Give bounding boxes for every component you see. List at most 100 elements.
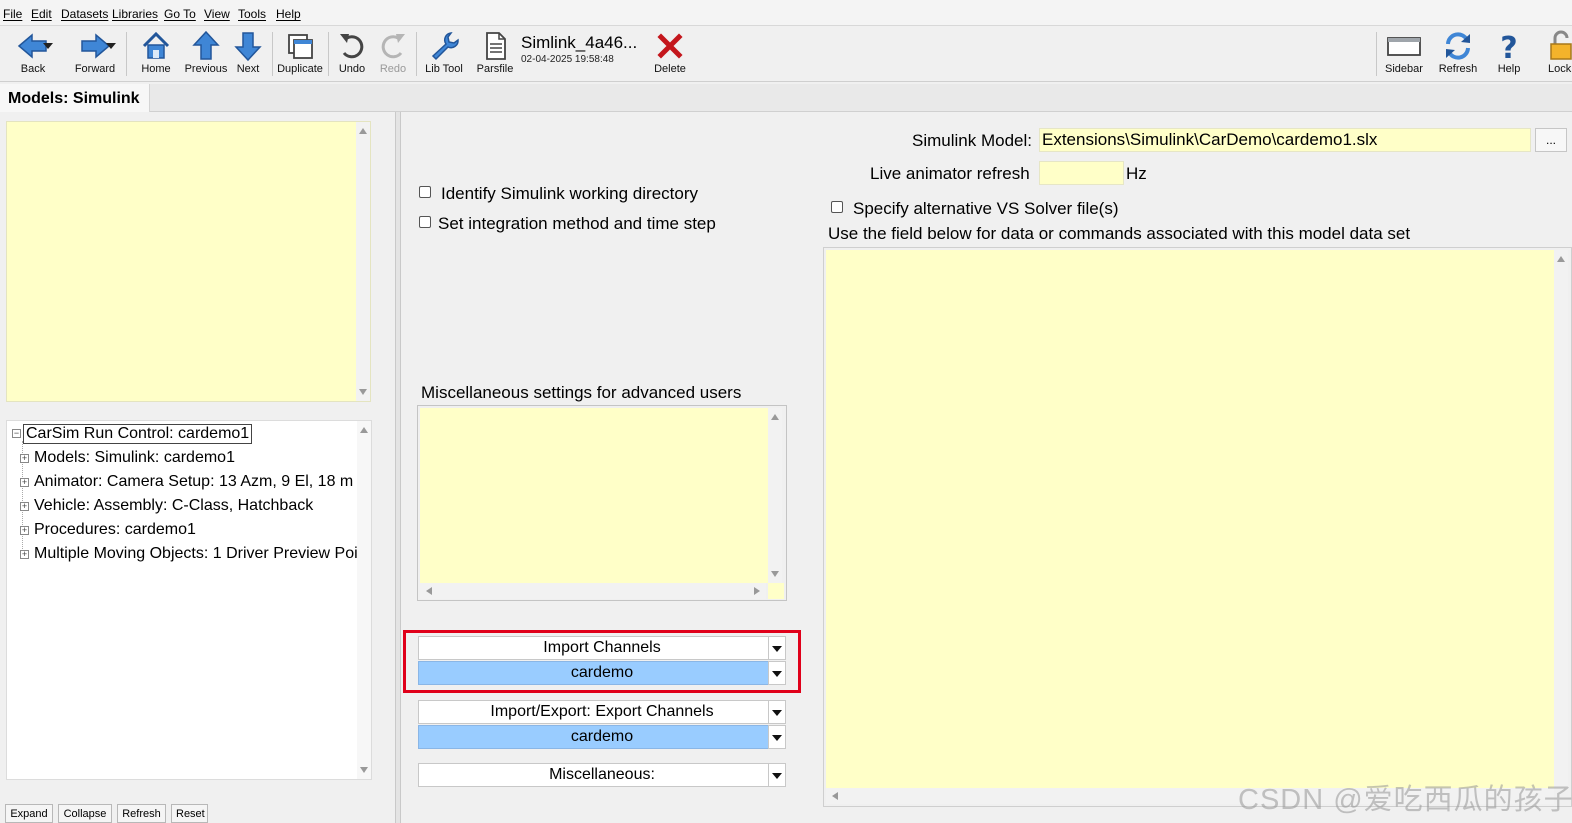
chevron-down-icon[interactable] — [768, 636, 786, 660]
misc-settings-label: Miscellaneous settings for advanced user… — [421, 383, 742, 402]
chevron-down-icon[interactable] — [768, 700, 786, 724]
scroll-up-icon[interactable] — [771, 414, 779, 420]
sidebar-button[interactable]: Sidebar — [1380, 29, 1428, 79]
menu-view[interactable]: View — [204, 7, 230, 21]
menu-libraries[interactable]: Libraries — [112, 7, 158, 21]
scroll-down-icon[interactable] — [771, 571, 779, 577]
chevron-down-icon[interactable] — [768, 725, 786, 749]
integration-checkbox[interactable] — [419, 216, 431, 228]
menu-tools[interactable]: Tools — [238, 7, 266, 21]
expand-icon[interactable]: + — [20, 478, 29, 487]
toolbar: Back Forward Home Previous Next Duplicat… — [0, 26, 1572, 82]
misc-hscroll[interactable] — [420, 583, 766, 599]
tree-item-animator[interactable]: + Animator: Camera Setup: 13 Azm, 9 El, … — [7, 473, 367, 495]
integration-checkbox-row[interactable]: Set integration method and time step — [419, 214, 716, 234]
wrench-icon — [431, 32, 459, 61]
delete-button[interactable]: Delete — [646, 29, 694, 79]
panel-splitter[interactable] — [395, 112, 401, 823]
lock-button[interactable]: Lock — [1540, 29, 1572, 79]
redo-button[interactable]: Redo — [369, 29, 417, 79]
expand-icon[interactable]: + — [20, 502, 29, 511]
expand-icon[interactable]: + — [20, 550, 29, 559]
dataset-name: Simlink_4a46... — [521, 33, 638, 52]
scroll-up-icon[interactable] — [1557, 256, 1565, 262]
alt-solver-checkbox-row[interactable]: Specify alternative VS Solver file(s) — [831, 199, 1119, 219]
tree-item-label[interactable]: Multiple Moving Objects: 1 Driver Previe… — [34, 545, 367, 563]
tree-root[interactable]: − CarSim Run Control: cardemo1 — [7, 424, 367, 446]
scroll-left-icon[interactable] — [426, 587, 432, 595]
next-label: Next — [236, 63, 260, 75]
scroll-down-icon[interactable] — [359, 389, 367, 395]
menu-go-to[interactable]: Go To — [164, 7, 196, 21]
tree-item-vehicle[interactable]: + Vehicle: Assembly: C-Class, Hatchback — [7, 497, 367, 519]
forward-dropdown-icon[interactable] — [106, 43, 116, 49]
miscellaneous-combo[interactable]: Miscellaneous: — [418, 763, 786, 787]
menu-help[interactable]: Help — [276, 7, 301, 21]
sidebar-icon — [1387, 37, 1421, 56]
simulink-model-path-field[interactable]: Extensions\Simulink\CarDemo\cardemo1.slx — [1039, 128, 1531, 152]
collapse-icon[interactable]: − — [12, 429, 21, 438]
collapse-button[interactable]: Collapse — [58, 804, 112, 823]
scroll-up-icon[interactable] — [360, 427, 368, 433]
expand-button[interactable]: Expand — [5, 804, 53, 823]
misc-vscroll[interactable] — [768, 408, 782, 583]
scroll-right-icon[interactable] — [754, 587, 760, 595]
export-dataset-combo[interactable]: cardemo — [418, 725, 786, 749]
export-channels-label: Import/Export: Export Channels — [490, 703, 714, 720]
reset-button[interactable]: Reset — [171, 804, 208, 823]
arrow-up-icon — [192, 30, 220, 60]
misc-settings-field[interactable] — [420, 408, 768, 583]
tree-item-moving-objects[interactable]: + Multiple Moving Objects: 1 Driver Prev… — [7, 545, 367, 567]
tree-scrollbar[interactable] — [357, 421, 371, 779]
redo-icon — [381, 34, 405, 59]
scroll-down-icon[interactable] — [360, 767, 368, 773]
export-channels-combo[interactable]: Import/Export: Export Channels — [418, 700, 786, 724]
tree-item-label[interactable]: Procedures: cardemo1 — [34, 521, 196, 539]
help-button[interactable]: ? Help — [1485, 29, 1533, 79]
refresh-button[interactable]: Refresh — [1434, 29, 1482, 79]
back-dropdown-icon[interactable] — [43, 43, 53, 49]
live-refresh-label: Live animator refresh — [870, 164, 1030, 183]
tree-item-models[interactable]: + Models: Simulink: cardemo1 — [7, 449, 367, 471]
tree-item-procedures[interactable]: + Procedures: cardemo1 — [7, 521, 367, 543]
menu-datasets[interactable]: Datasets — [61, 7, 108, 21]
live-refresh-field[interactable] — [1039, 161, 1124, 185]
home-button[interactable]: Home — [132, 29, 180, 79]
hz-unit-label: Hz — [1126, 164, 1147, 183]
working-dir-label: Identify Simulink working directory — [441, 184, 698, 203]
model-notes-field[interactable] — [826, 250, 1554, 788]
parsfile-button[interactable]: Parsfile — [471, 29, 519, 79]
working-dir-checkbox[interactable] — [419, 186, 431, 198]
tree-root-label[interactable]: CarSim Run Control: cardemo1 — [23, 424, 253, 444]
duplicate-label: Duplicate — [277, 63, 323, 75]
duplicate-button[interactable]: Duplicate — [276, 29, 324, 79]
next-button[interactable]: Next — [224, 29, 272, 79]
back-button[interactable]: Back — [8, 29, 58, 79]
menu-edit[interactable]: Edit — [31, 7, 52, 21]
working-dir-checkbox-row[interactable]: Identify Simulink working directory — [419, 184, 698, 204]
expand-icon[interactable]: + — [20, 454, 29, 463]
previous-button[interactable]: Previous — [182, 29, 230, 79]
scroll-up-icon[interactable] — [359, 128, 367, 134]
notes-vscroll[interactable] — [1554, 250, 1568, 788]
scroll-left-icon[interactable] — [832, 792, 838, 800]
import-dataset-combo[interactable]: cardemo — [418, 661, 786, 685]
import-channels-combo[interactable]: Import Channels — [418, 636, 786, 660]
tree-refresh-button[interactable]: Refresh — [117, 804, 166, 823]
left-notes-area[interactable] — [6, 121, 371, 402]
tree-item-label[interactable]: Models: Simulink: cardemo1 — [34, 449, 235, 467]
tree-item-label[interactable]: Animator: Camera Setup: 13 Azm, 9 El, 18… — [34, 473, 367, 491]
menu-file[interactable]: File — [3, 7, 22, 21]
chevron-down-icon[interactable] — [768, 661, 786, 685]
delete-x-icon — [657, 33, 683, 59]
import-channels-label: Import Channels — [543, 639, 661, 656]
expand-icon[interactable]: + — [20, 526, 29, 535]
forward-button[interactable]: Forward — [70, 29, 120, 79]
document-icon — [486, 32, 506, 60]
alt-solver-checkbox[interactable] — [831, 201, 843, 213]
chevron-down-icon[interactable] — [768, 763, 786, 787]
left-notes-scrollbar[interactable] — [356, 122, 370, 401]
lib-tool-button[interactable]: Lib Tool — [420, 29, 468, 79]
tree-item-label[interactable]: Vehicle: Assembly: C-Class, Hatchback — [34, 497, 313, 515]
browse-button[interactable]: ... — [1535, 128, 1567, 152]
